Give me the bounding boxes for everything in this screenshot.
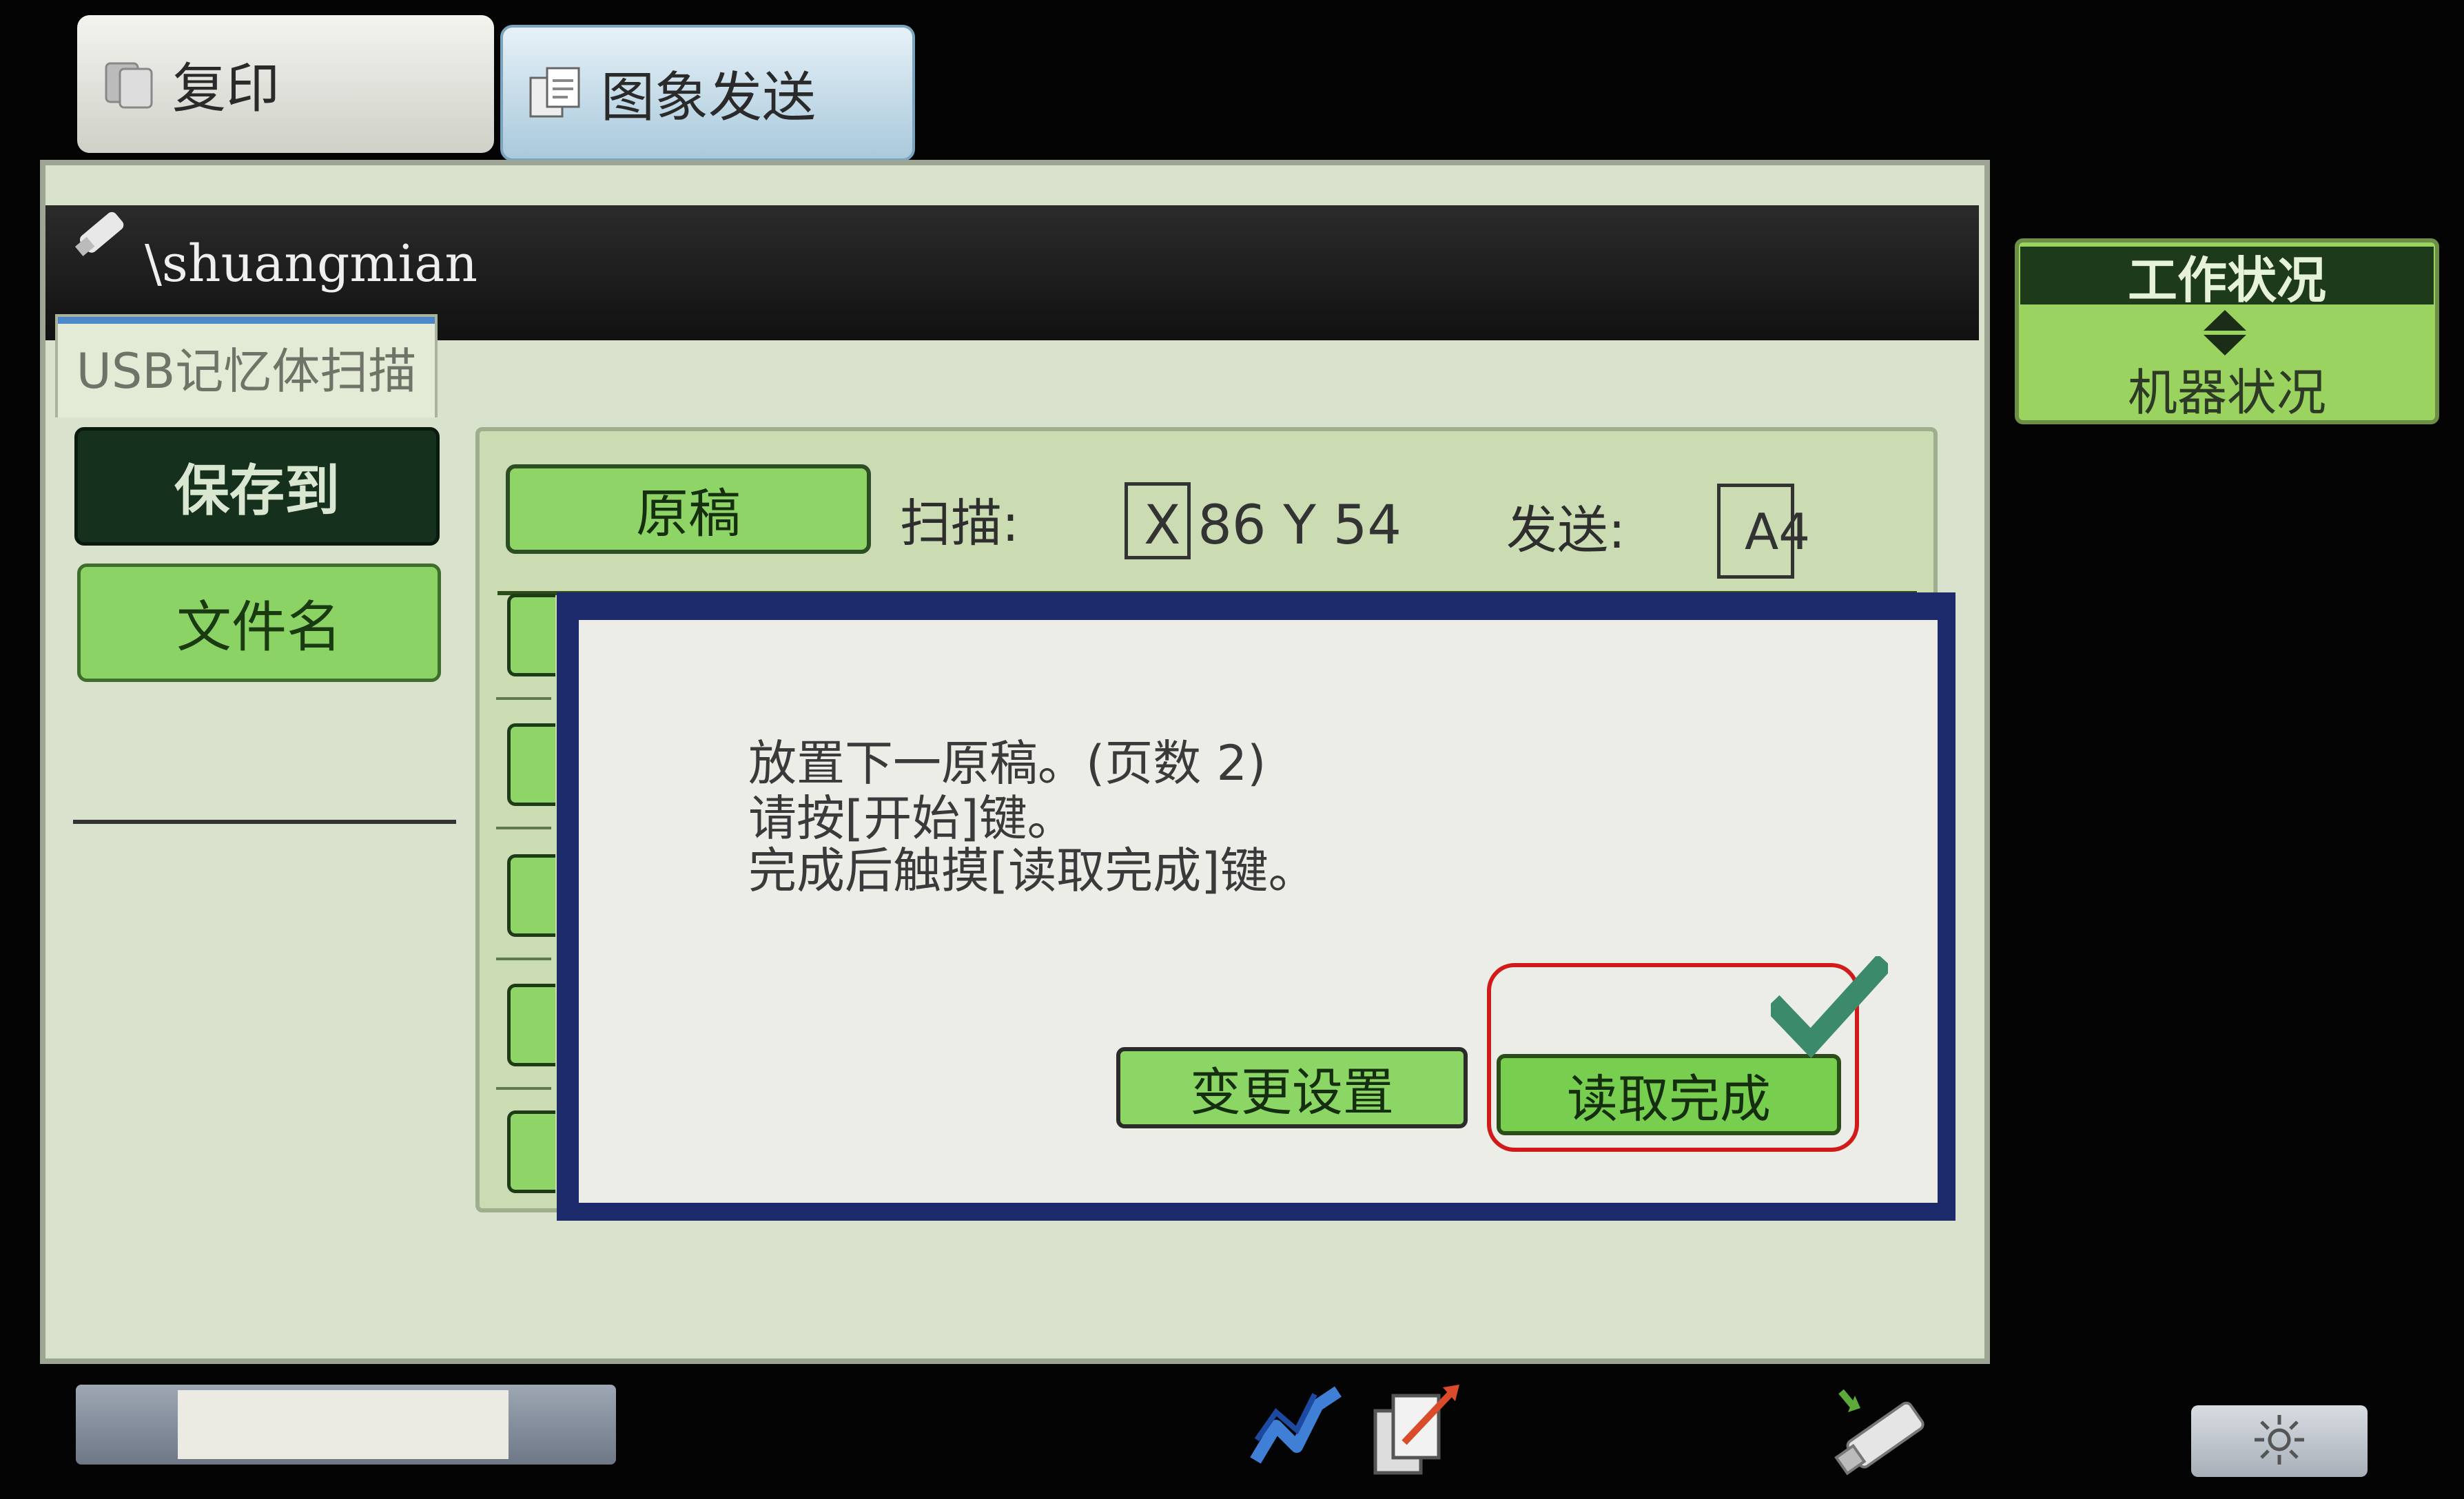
row-divider — [496, 697, 551, 700]
send-size-value: A4 — [1745, 503, 1811, 561]
usb-icon[interactable] — [1827, 1385, 1931, 1484]
sun-icon — [2252, 1412, 2307, 1470]
save-to-button[interactable]: 保存到 — [74, 427, 440, 546]
row-divider — [496, 1087, 551, 1090]
machine-status-label: 机器状况 — [2127, 363, 2326, 422]
scan-size-value: X 86 Y 54 — [1144, 495, 1402, 557]
row-divider — [496, 958, 551, 960]
original-button[interactable]: 原稿 — [506, 464, 871, 554]
send-label: 发送: — [1506, 501, 1625, 560]
tab-image-send-label: 图象发送 — [601, 67, 817, 129]
setting-row-button[interactable] — [507, 723, 555, 806]
document-send-icon[interactable] — [1368, 1379, 1465, 1485]
setting-row-button[interactable] — [507, 594, 555, 676]
tab-copy[interactable]: 复印 — [77, 15, 494, 153]
status-bar-fill — [178, 1390, 509, 1459]
filename-button[interactable]: 文件名 — [77, 564, 441, 682]
tab-image-send[interactable]: 图象发送 — [500, 25, 915, 161]
job-status-label: 工作状况 — [2127, 251, 2326, 309]
change-settings-button[interactable]: 变更设置 — [1116, 1047, 1468, 1128]
setting-row-button[interactable] — [507, 854, 555, 937]
dialog-message-line: 完成后触摸[读取完成]键。 — [748, 842, 1317, 899]
network-icon[interactable] — [1249, 1385, 1345, 1477]
copy-icon — [102, 56, 157, 112]
row-divider — [496, 827, 551, 829]
tab-usb-scan[interactable]: USB记忆体扫描 — [55, 314, 438, 417]
sidebar-divider — [73, 820, 456, 824]
scan-label: 扫描: — [900, 494, 1019, 553]
setting-row-button[interactable] — [507, 1110, 555, 1193]
setting-row-button[interactable] — [507, 984, 555, 1066]
path-title: \shuangmian — [145, 234, 478, 293]
image-send-icon — [528, 64, 586, 122]
tab-copy-label: 复印 — [172, 58, 280, 120]
usb-stick-icon — [66, 200, 135, 271]
checkmark-icon — [1764, 953, 1893, 1062]
brightness-button[interactable] — [2191, 1405, 2368, 1477]
